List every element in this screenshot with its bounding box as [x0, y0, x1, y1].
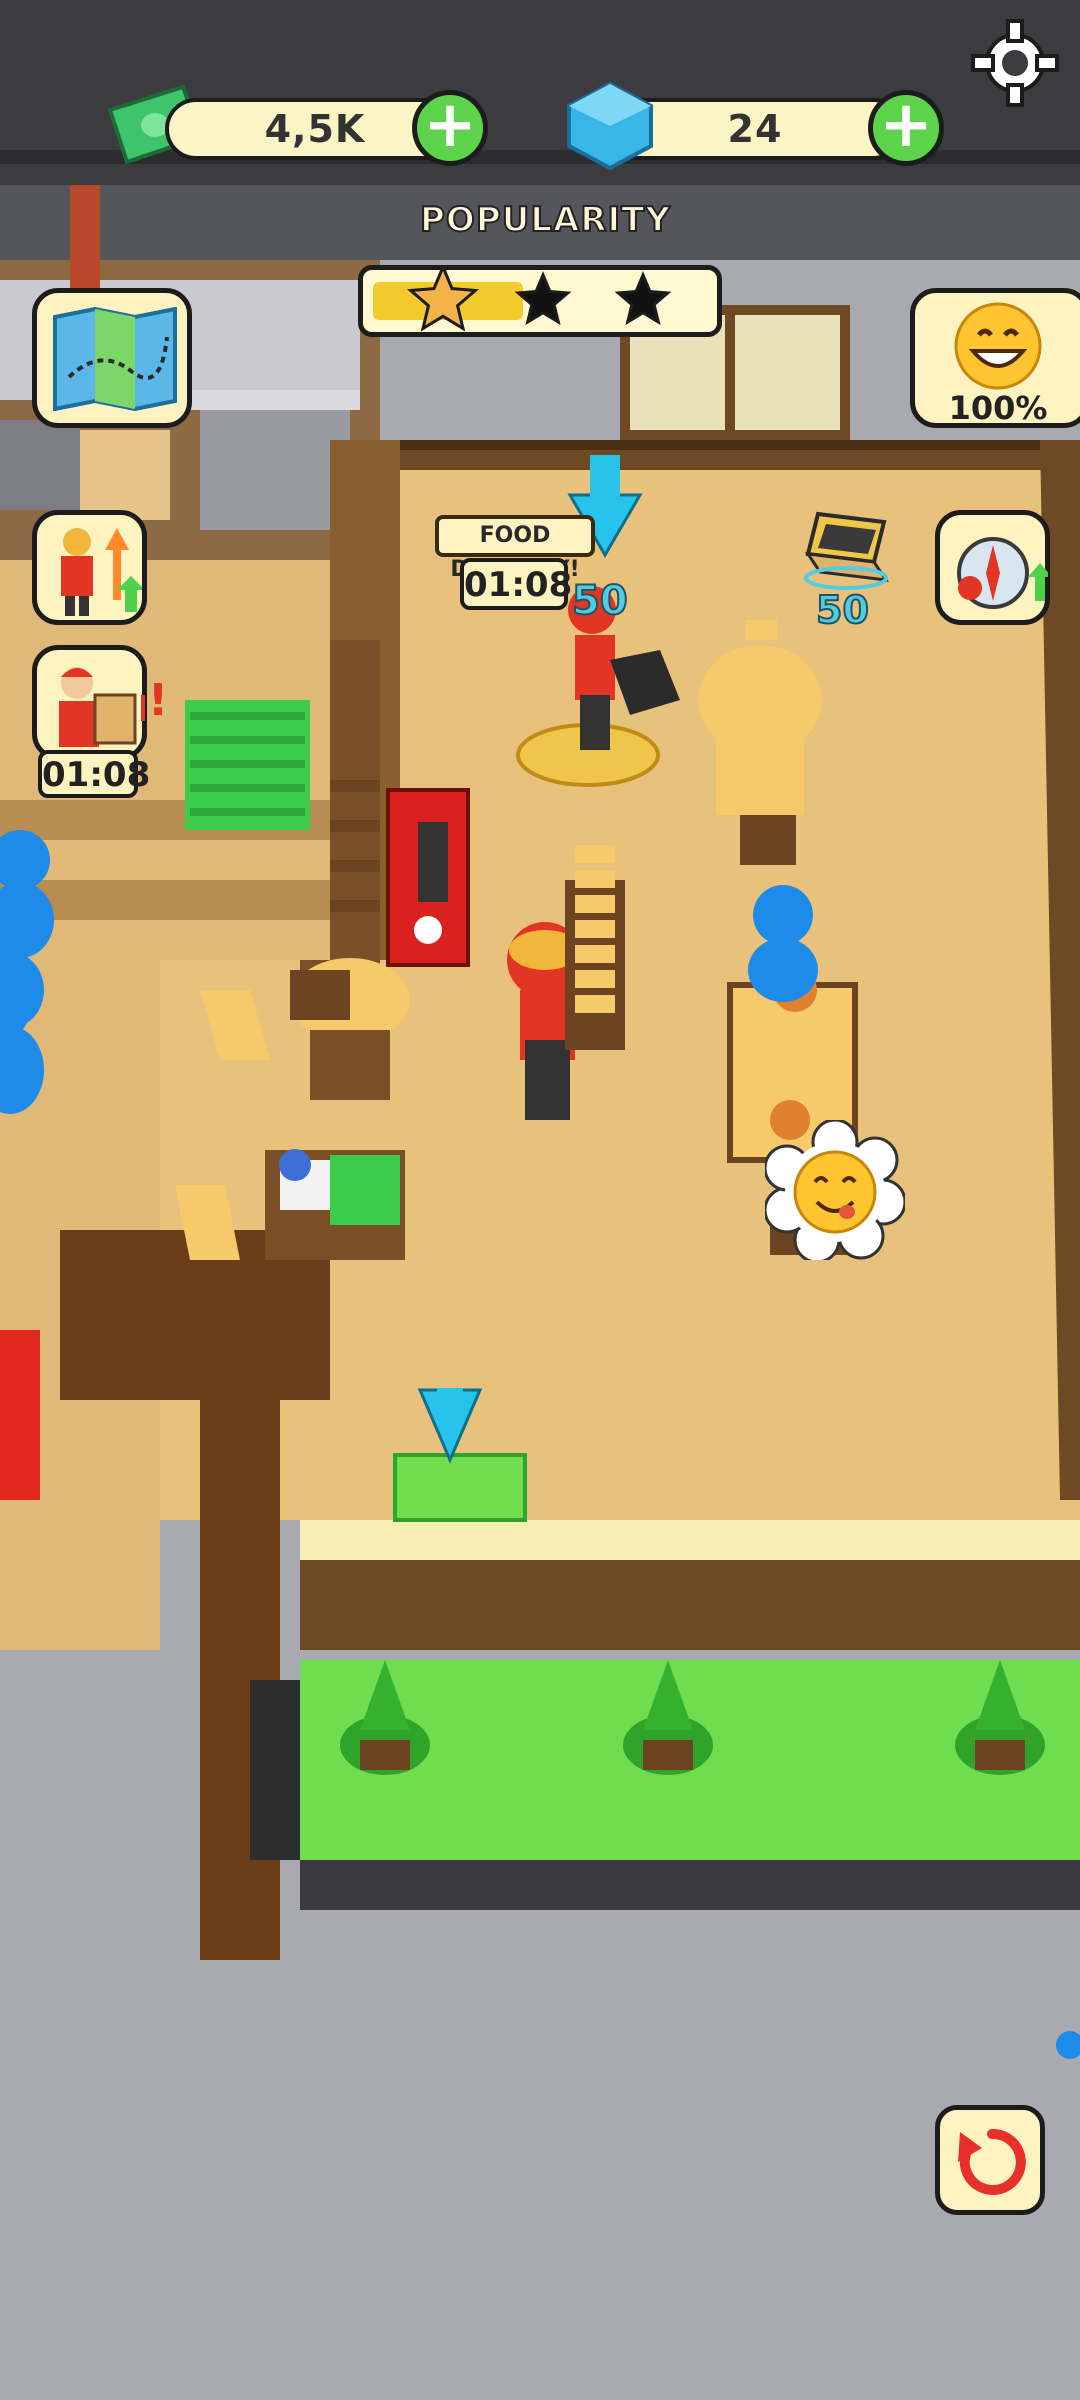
satisfaction-panel[interactable]: 100%	[910, 288, 1080, 428]
popularity-stars	[363, 263, 717, 332]
delivery-staff-timer: 01:08	[38, 750, 150, 798]
star-empty-icon	[614, 271, 672, 326]
gem-value: 24	[727, 107, 783, 151]
popularity-title: POPULARITY	[419, 199, 671, 241]
refresh-button[interactable]	[935, 2105, 1045, 2215]
add-cash-button[interactable]: +	[412, 90, 488, 166]
add-gems-plus: +	[879, 88, 933, 162]
food-delivery-cost: 50	[571, 577, 629, 625]
star-empty-icon	[514, 271, 572, 326]
delivery-alert-icon: !	[148, 675, 169, 726]
laptop-upgrade[interactable]: 50	[800, 510, 890, 633]
map-button[interactable]	[32, 288, 192, 428]
add-gems-button[interactable]: +	[868, 90, 944, 166]
laptop-icon	[804, 511, 890, 590]
compass-upgrade-icon	[957, 537, 1048, 609]
gem-icon	[565, 80, 655, 172]
happy-customer-bubble	[763, 1118, 907, 1264]
gear-icon	[971, 19, 1059, 107]
cash-value: 4,5K	[264, 107, 366, 151]
food-delivery-label: FOOD DELIVERY!	[435, 515, 595, 582]
compass-upgrade-button[interactable]	[935, 510, 1050, 625]
popularity-stars-graphic	[406, 263, 672, 332]
settings-button[interactable]	[970, 18, 1060, 108]
map-icon	[53, 307, 177, 411]
yum-face-icon	[763, 1118, 907, 1264]
food-delivery-timer: 01:08	[460, 558, 572, 610]
laptop-cost: 50	[815, 587, 870, 633]
rotate-refresh-icon	[958, 2128, 1026, 2195]
delivery-worker-icon	[59, 667, 145, 747]
delivery-staff-button[interactable]	[32, 645, 147, 760]
add-cash-plus: +	[423, 88, 477, 162]
upgrade-staff-button[interactable]	[32, 510, 147, 625]
staff-upgrade-icon	[61, 528, 142, 616]
grin-face-icon	[954, 302, 1042, 390]
star-filled-icon	[406, 263, 480, 332]
popularity-bar	[358, 263, 722, 337]
satisfaction-value: 100%	[948, 389, 1048, 427]
